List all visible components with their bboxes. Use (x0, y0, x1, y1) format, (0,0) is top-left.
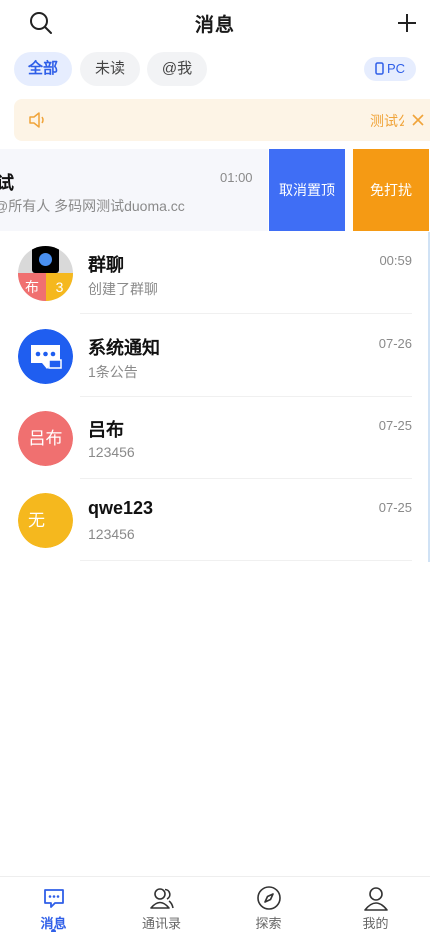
tab-contacts[interactable]: 通讯录 (108, 877, 215, 932)
tab-explore-label: 探索 (255, 916, 282, 931)
message-icon (44, 889, 64, 908)
plus-icon[interactable] (394, 10, 420, 36)
chat-name: 试 (0, 173, 14, 193)
pc-login-button[interactable]: PC (364, 57, 416, 81)
chat-row-qwe123[interactable]: 无 qwe123 123456 07-25 (0, 479, 430, 561)
mute-button[interactable]: 免打扰 (353, 149, 429, 231)
chat-preview: 123456 (88, 444, 135, 460)
swiped-chat-content[interactable]: 试 @所有人 多码网测试duoma.cc 01:00 (0, 149, 268, 231)
system-notice-avatar (18, 329, 73, 384)
notice-banner[interactable]: 测试公告 (14, 99, 430, 141)
swiped-chat-row[interactable]: 试 @所有人 多码网测试duoma.cc 01:00 取消置顶 免打扰 (0, 149, 430, 231)
filter-unread-chip[interactable]: 未读 (80, 52, 140, 86)
chat-preview: 创建了群聊 (88, 281, 158, 297)
avatar-text: 无 (18, 493, 73, 548)
avatar: 无 (18, 493, 73, 548)
phone-icon (375, 62, 384, 75)
chat-time: 01:00 (220, 170, 253, 185)
contacts-icon (150, 888, 174, 909)
chat-name: 群聊 (88, 255, 124, 275)
filter-mention-chip[interactable]: @我 (147, 52, 207, 86)
chat-name: qwe123 (88, 498, 154, 518)
tab-contacts-label: 通讯录 (141, 916, 181, 931)
tab-mine[interactable]: 我的 (322, 877, 429, 932)
chat-bubble-icon (31, 345, 62, 369)
group-avatar: 布 3 (18, 246, 73, 301)
page-title: 消息 (194, 15, 235, 36)
unpin-button[interactable]: 取消置顶 (269, 149, 345, 231)
compass-icon (257, 886, 281, 910)
speaker-icon (29, 112, 44, 128)
avatar: 吕布 (18, 411, 73, 466)
notice-text: 测试公告 (370, 113, 404, 129)
chat-name: 系统通知 (88, 338, 160, 358)
tab-mine-label: 我的 (362, 916, 389, 931)
group-avatar-member-2: 3 (46, 273, 73, 301)
chat-time: 00:59 (379, 253, 412, 268)
filter-all-chip[interactable]: 全部 (14, 52, 72, 86)
row-divider (80, 560, 412, 561)
tab-explore[interactable]: 探索 (215, 877, 322, 932)
pc-label: PC (386, 61, 406, 76)
filter-bar: 全部 未读 @我 PC (14, 52, 416, 88)
user-icon (364, 887, 388, 911)
chat-row-system[interactable]: 系统通知 1条公告 07-26 (0, 315, 430, 397)
bottom-tab-bar: 消息 通讯录 探索 我的 (0, 876, 430, 932)
chat-time: 07-25 (378, 500, 412, 515)
chat-name: 吕布 (88, 420, 124, 440)
chat-preview: 123456 (88, 526, 135, 542)
chat-row-lvbu[interactable]: 吕布 吕布 123456 07-25 (0, 397, 430, 479)
chat-time: 07-26 (378, 336, 412, 351)
avatar-text: 吕布 (18, 411, 73, 466)
top-bar: 消息 (0, 0, 430, 46)
tab-messages[interactable]: 消息 (0, 877, 107, 932)
chat-preview: 1条公告 (88, 364, 138, 380)
group-avatar-member-1: 布 (18, 273, 46, 301)
chat-preview: @所有人 多码网测试duoma.cc (0, 198, 185, 214)
chat-time: 07-25 (378, 418, 412, 433)
chat-row-group[interactable]: 布 3 群聊 创建了群聊 00:59 (0, 232, 430, 314)
close-icon[interactable] (410, 112, 426, 128)
row-divider (80, 313, 412, 314)
